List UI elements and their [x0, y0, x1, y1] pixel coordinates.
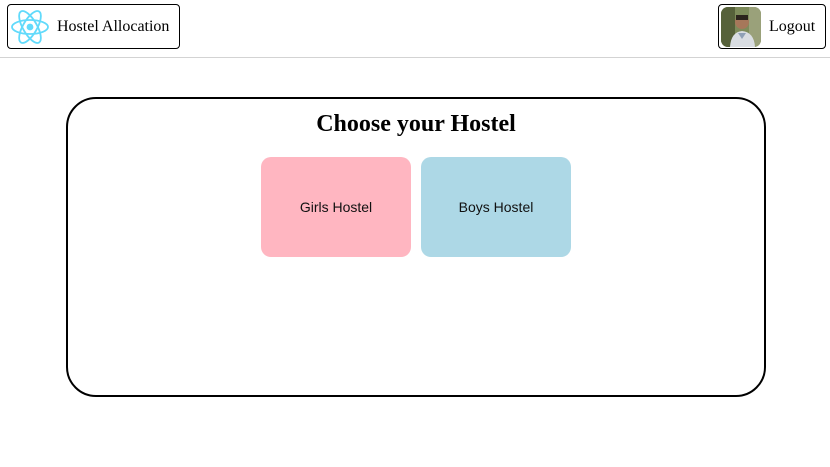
logout-label: Logout [769, 17, 816, 35]
page-title: Choose your Hostel [316, 111, 516, 137]
boys-hostel-label: Boys Hostel [458, 199, 534, 215]
react-atom-icon [10, 7, 50, 47]
hostel-selection-card: Choose your Hostel Girls Hostel Boys Hos… [66, 97, 766, 397]
logout-button[interactable]: Logout [718, 4, 826, 49]
top-navbar: Hostel Allocation Logout [0, 0, 830, 58]
girls-hostel-label: Girls Hostel [299, 199, 373, 215]
boys-hostel-button[interactable]: Boys Hostel [421, 157, 571, 257]
brand-home-button[interactable]: Hostel Allocation [7, 4, 180, 49]
girls-hostel-button[interactable]: Girls Hostel [261, 157, 411, 257]
brand-title: Hostel Allocation [57, 17, 170, 35]
user-avatar [721, 6, 761, 47]
